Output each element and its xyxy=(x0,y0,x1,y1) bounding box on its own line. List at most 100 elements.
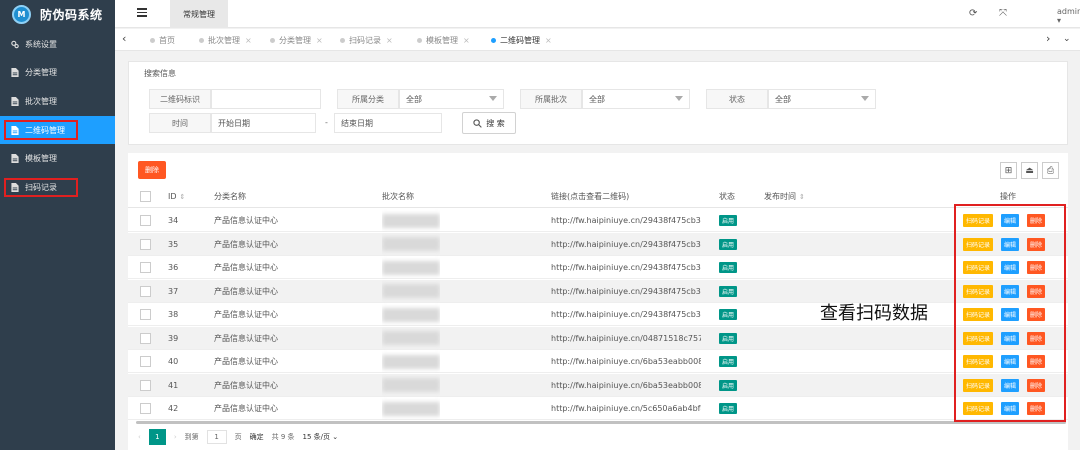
logo: M 防伪码系统 xyxy=(0,0,115,28)
delete-button[interactable]: 删除 xyxy=(1027,402,1046,415)
refresh-icon[interactable]: ⟳ xyxy=(969,8,977,19)
user-menu[interactable]: admin ▾ xyxy=(1057,7,1080,25)
export-icon[interactable]: ⏏ xyxy=(1021,162,1038,179)
category-select[interactable]: 全部 xyxy=(399,89,504,109)
scan-records-button[interactable]: 扫码记录 xyxy=(963,378,994,392)
scan-records-button[interactable]: 扫码记录 xyxy=(963,261,994,274)
edit-button[interactable]: 编辑 xyxy=(1001,214,1020,227)
delete-button[interactable]: 删除 xyxy=(1027,237,1046,251)
delete-button[interactable]: 删除 xyxy=(1027,378,1046,392)
cell-link[interactable]: http://fw.haipiniuye.cn/29438f475cb34c..… xyxy=(551,256,701,279)
batch-delete-button[interactable]: 删除 xyxy=(138,161,166,179)
goto-page-input[interactable]: 1 xyxy=(206,430,227,444)
edit-button[interactable]: 编辑 xyxy=(1001,402,1020,415)
delete-button[interactable]: 删除 xyxy=(1027,331,1046,345)
delete-button[interactable]: 删除 xyxy=(1027,308,1046,321)
cell-link[interactable]: http://fw.haipiniuye.cn/6ba53eabb00840..… xyxy=(551,350,701,373)
row-checkbox[interactable] xyxy=(140,332,151,344)
tab-template[interactable]: 模板管理 × xyxy=(417,29,470,51)
sidebar-item-batch[interactable]: 批次管理 xyxy=(0,87,115,115)
col-id[interactable]: ID ⇕ xyxy=(168,185,185,208)
row-checkbox[interactable] xyxy=(140,215,151,226)
cell-link[interactable]: http://fw.haipiniuye.cn/6ba53eabb00840..… xyxy=(551,374,701,397)
edit-button[interactable]: 编辑 xyxy=(1001,237,1020,251)
batch-select[interactable]: 全部 xyxy=(582,89,690,109)
page-size-select[interactable]: 15 条/页 ⌄ xyxy=(303,432,339,442)
cell-link[interactable]: http://fw.haipiniuye.cn/04871518c7574a..… xyxy=(551,327,701,350)
cell-link[interactable]: http://fw.haipiniuye.cn/29438f475cb34c..… xyxy=(551,280,701,303)
horizontal-scrollbar[interactable] xyxy=(136,421,1066,424)
cell-actions: 扫码记录 编辑 删除 xyxy=(963,233,1046,256)
tab-batch[interactable]: 批次管理 × xyxy=(199,29,252,51)
col-publish-time[interactable]: 发布时间 ⇕ xyxy=(764,185,805,208)
tab-scan-records[interactable]: 扫码记录 × xyxy=(340,29,393,51)
edit-button[interactable]: 编辑 xyxy=(1001,378,1020,392)
tabs-prev-icon[interactable]: ‹ xyxy=(122,32,126,45)
sidebar-item-category[interactable]: 分类管理 xyxy=(0,58,115,86)
menu-toggle-icon[interactable] xyxy=(137,8,147,17)
close-icon[interactable]: × xyxy=(463,36,470,45)
delete-button[interactable]: 删除 xyxy=(1027,214,1046,227)
sort-icon: ⇕ xyxy=(799,192,805,201)
end-date-input[interactable]: 结束日期 xyxy=(334,113,442,133)
scan-records-button[interactable]: 扫码记录 xyxy=(963,284,994,298)
close-icon[interactable]: × xyxy=(316,36,323,45)
cell-link[interactable]: http://fw.haipiniuye.cn/29438f475cb34c..… xyxy=(551,233,701,256)
select-all-checkbox[interactable] xyxy=(140,191,151,202)
edit-button[interactable]: 编辑 xyxy=(1001,355,1020,368)
edit-button[interactable]: 编辑 xyxy=(1001,284,1020,298)
top-header: 常规管理 ⟳ ⤧ admin ▾ xyxy=(115,0,1080,28)
qr-id-input[interactable] xyxy=(211,89,321,109)
row-checkbox[interactable] xyxy=(140,379,151,391)
scan-records-button[interactable]: 扫码记录 xyxy=(963,214,994,227)
print-icon[interactable]: ⎙ xyxy=(1042,162,1059,179)
scan-records-button[interactable]: 扫码记录 xyxy=(963,355,994,368)
sidebar-item-system-settings[interactable]: 系统设置 xyxy=(0,30,115,58)
scan-records-button[interactable]: 扫码记录 xyxy=(963,331,994,345)
row-checkbox[interactable] xyxy=(140,356,151,367)
row-checkbox[interactable] xyxy=(140,262,151,273)
tab-qrcode[interactable]: 二维码管理 × xyxy=(491,29,552,51)
cell-batch xyxy=(382,209,440,232)
scan-records-button[interactable]: 扫码记录 xyxy=(963,237,994,251)
tabs-menu-icon[interactable]: ⌄ xyxy=(1063,34,1071,44)
tab-label: 二维码管理 xyxy=(500,35,540,45)
close-icon[interactable]: × xyxy=(245,36,252,45)
tab-home[interactable]: 首页 xyxy=(150,29,175,51)
sidebar-item-scan-records[interactable]: 扫码记录 xyxy=(0,173,115,201)
cell-link[interactable]: http://fw.haipiniuye.cn/5c650a6ab4bf47..… xyxy=(551,397,701,420)
row-checkbox[interactable] xyxy=(140,238,151,250)
row-checkbox[interactable] xyxy=(140,309,151,320)
close-icon[interactable]: × xyxy=(386,36,393,45)
next-page-button[interactable]: › xyxy=(174,433,177,441)
sidebar-item-template[interactable]: 模板管理 xyxy=(0,144,115,172)
start-date-input[interactable]: 开始日期 xyxy=(211,113,316,133)
cell-category: 产品信息认证中心 xyxy=(214,333,278,343)
edit-button[interactable]: 编辑 xyxy=(1001,261,1020,274)
sidebar-item-qrcode[interactable]: 二维码管理 xyxy=(0,116,115,144)
scan-records-button[interactable]: 扫码记录 xyxy=(963,402,994,415)
header-menu-tab[interactable]: 常规管理 xyxy=(170,0,228,28)
edit-button[interactable]: 编辑 xyxy=(1001,308,1020,321)
close-icon[interactable]: × xyxy=(545,36,552,45)
row-checkbox[interactable] xyxy=(140,403,151,414)
delete-button[interactable]: 删除 xyxy=(1027,261,1046,274)
status-select[interactable]: 全部 xyxy=(768,89,876,109)
columns-filter-icon[interactable]: ⊞ xyxy=(1000,162,1017,179)
status-badge: 启用 xyxy=(719,356,738,367)
tab-category[interactable]: 分类管理 × xyxy=(270,29,323,51)
fullscreen-icon[interactable]: ⤧ xyxy=(999,8,1007,19)
gears-icon xyxy=(11,40,19,48)
prev-page-button[interactable]: ‹ xyxy=(138,433,141,441)
search-button[interactable]: 搜 索 xyxy=(462,112,516,134)
tabs-next-icon[interactable]: › xyxy=(1046,32,1050,45)
cell-link[interactable]: http://fw.haipiniuye.cn/29438f475cb34c..… xyxy=(551,209,701,232)
edit-button[interactable]: 编辑 xyxy=(1001,331,1020,345)
current-page[interactable]: 1 xyxy=(148,429,166,445)
delete-button[interactable]: 删除 xyxy=(1027,284,1046,298)
row-checkbox[interactable] xyxy=(140,285,151,297)
delete-button[interactable]: 删除 xyxy=(1027,355,1046,368)
goto-confirm-button[interactable]: 确定 xyxy=(250,432,264,442)
scan-records-button[interactable]: 扫码记录 xyxy=(963,308,994,321)
cell-link[interactable]: http://fw.haipiniuye.cn/29438f475cb34c..… xyxy=(551,303,701,326)
